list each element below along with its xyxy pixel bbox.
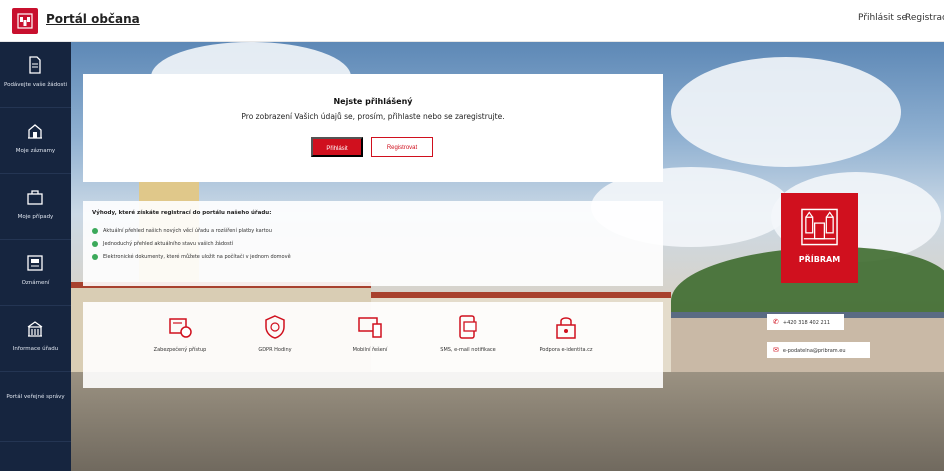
- sidebar-item-label: Podávejte vaše žádosti: [3, 82, 68, 88]
- header-register-link[interactable]: Registrace: [905, 13, 944, 23]
- contact-email[interactable]: ✉ e-podatelna@pribram.eu: [767, 342, 870, 358]
- feature-label: Podpora e-identita.cz: [539, 347, 593, 353]
- check-dot-icon: [92, 253, 98, 260]
- crest-graphic: [17, 13, 33, 29]
- sidebar-item-records[interactable]: Moje záznamy: [0, 108, 71, 174]
- benefit-item: Jednoduchý přehled aktuálního stavu vaši…: [92, 239, 233, 249]
- header-login-link[interactable]: Přihlásit se: [858, 13, 907, 23]
- feature-item: Podpora e-identita.cz: [521, 314, 611, 354]
- benefit-text: Aktuální přehled našich nových věcí úřad…: [103, 228, 272, 234]
- sidebar-item-cases[interactable]: Moje případy: [0, 174, 71, 240]
- sidebar-item-office-info[interactable]: Informace úřadu: [0, 306, 71, 372]
- document-icon: [29, 56, 41, 74]
- benefit-text: Elektronické dokumenty, které můžete ulo…: [103, 254, 291, 260]
- feature-item: GDPR Hodiny: [230, 314, 320, 354]
- sidebar-item-notices[interactable]: Oznámení: [0, 240, 71, 306]
- benefits-title: Výhody, které získáte registrací do port…: [92, 210, 272, 216]
- city-name: PŘÍBRAM: [798, 255, 841, 264]
- features-panel: Zabezpečený přístup GDPR Hodiny Mobilní …: [83, 302, 663, 388]
- feature-item: SMS, e-mail notifikace: [423, 314, 513, 354]
- login-card: Nejste přihlášený Pro zobrazení Vašich ú…: [83, 74, 663, 182]
- sidebar-item-label: Informace úřadu: [12, 346, 59, 352]
- sidebar-item-label: Moje záznamy: [15, 148, 56, 154]
- benefits-panel: Výhody, které získáte registrací do port…: [83, 201, 663, 286]
- devices-icon: [358, 317, 382, 338]
- townhall-icon: [27, 321, 43, 337]
- phone-icon: ✆: [773, 318, 779, 326]
- check-dot-icon: [92, 240, 98, 247]
- notice-icon: [27, 255, 43, 271]
- login-button[interactable]: Přihlásit: [311, 137, 363, 157]
- feature-item: Mobilní řešení: [325, 314, 415, 354]
- site-title[interactable]: Portál občana: [46, 12, 140, 26]
- city-crest-icon[interactable]: [12, 8, 38, 34]
- secure-access-icon: [169, 318, 192, 338]
- contact-phone[interactable]: ✆ +420 318 402 211: [767, 314, 844, 330]
- login-card-title: Nejste přihlášený: [333, 97, 413, 106]
- register-button[interactable]: Registrovat: [371, 137, 433, 157]
- phone-number: +420 318 402 211: [782, 320, 831, 326]
- feature-label: Zabezpečený přístup: [153, 347, 207, 353]
- building-icon: [28, 124, 42, 139]
- sidebar-item-label: Portál veřejné správy: [6, 394, 65, 400]
- eidentity-lock-icon: [556, 317, 576, 339]
- briefcase-icon: [27, 190, 43, 205]
- sidebar-item-label: Moje případy: [17, 214, 54, 220]
- cloud-shape: [671, 57, 901, 167]
- feature-item: Zabezpečený přístup: [135, 314, 225, 354]
- notification-icon: [459, 315, 477, 339]
- email-address: e-podatelna@pribram.eu: [782, 348, 846, 354]
- sidebar-item-requests[interactable]: Podávejte vaše žádosti: [0, 42, 71, 108]
- top-header: Portál občana Přihlásit se Registrace: [0, 0, 944, 42]
- check-dot-icon: [92, 227, 98, 234]
- city-badge[interactable]: PŘÍBRAM: [781, 193, 858, 283]
- sidebar-item-public-portal[interactable]: Portál veřejné správy: [0, 372, 71, 442]
- mail-icon: ✉: [773, 346, 779, 354]
- gdpr-shield-icon: [265, 315, 285, 339]
- feature-label: SMS, e-mail notifikace: [440, 347, 496, 353]
- feature-label: Mobilní řešení: [352, 347, 388, 353]
- benefit-item: Elektronické dokumenty, které můžete ulo…: [92, 252, 291, 262]
- feature-label: GDPR Hodiny: [258, 347, 292, 353]
- benefit-text: Jednoduchý přehled aktuálního stavu vaši…: [103, 241, 234, 247]
- sidebar-nav: Podávejte vaše žádosti Moje záznamy Moje…: [0, 42, 71, 471]
- benefit-item: Aktuální přehled našich nových věcí úřad…: [92, 226, 272, 236]
- sidebar-item-label: Oznámení: [21, 280, 50, 286]
- city-crest-icon: [801, 208, 838, 246]
- login-card-subtitle: Pro zobrazení Vašich údajů se, prosím, p…: [241, 112, 505, 121]
